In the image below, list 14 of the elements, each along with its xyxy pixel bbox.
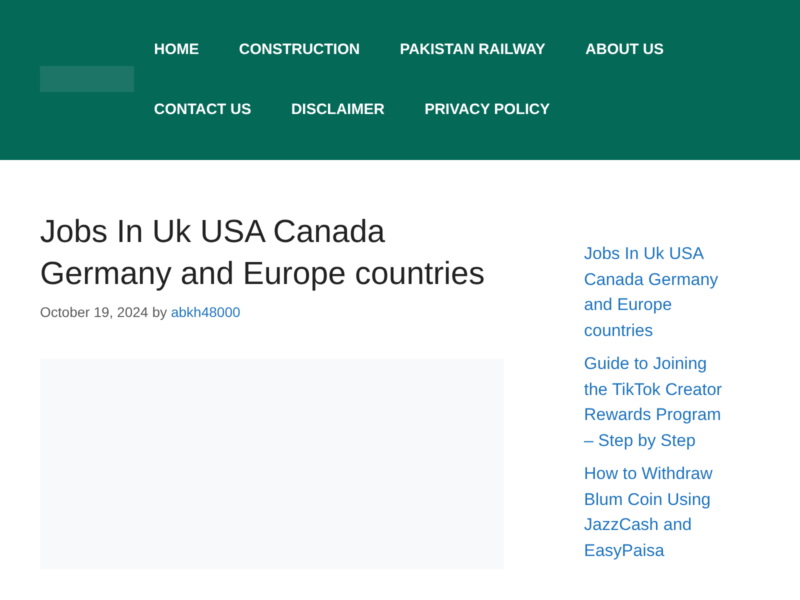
article-title: Jobs In Uk USA Canada Germany and Europe countries xyxy=(40,212,486,293)
sidebar-link[interactable]: Guide to Joining the TikTok Creator Rewards Program – Step by Step xyxy=(584,351,724,453)
nav-link[interactable]: PAKISTAN RAILWAY xyxy=(400,20,546,80)
nav-link[interactable]: PRIVACY POLICY xyxy=(424,80,550,140)
sidebar-link[interactable]: Jobs In Uk USA Canada Germany and Europe countries xyxy=(584,241,724,343)
nav-link[interactable]: HOME xyxy=(154,20,199,80)
nav-link[interactable]: CONTACT US xyxy=(154,80,252,140)
byline-text: by xyxy=(152,303,167,322)
author-link[interactable]: abkh48000 xyxy=(170,302,240,323)
nav-link[interactable]: CONSTRUCTION xyxy=(239,20,360,80)
sidebar-link[interactable]: How to Withdraw Blum Coin Using JazzCash and EasyPaisa xyxy=(584,461,724,563)
post-date: October 19, 2024 xyxy=(40,303,148,322)
nav-link[interactable]: ABOUT US xyxy=(585,20,664,80)
nav-link[interactable]: DISCLAIMER xyxy=(291,80,385,140)
